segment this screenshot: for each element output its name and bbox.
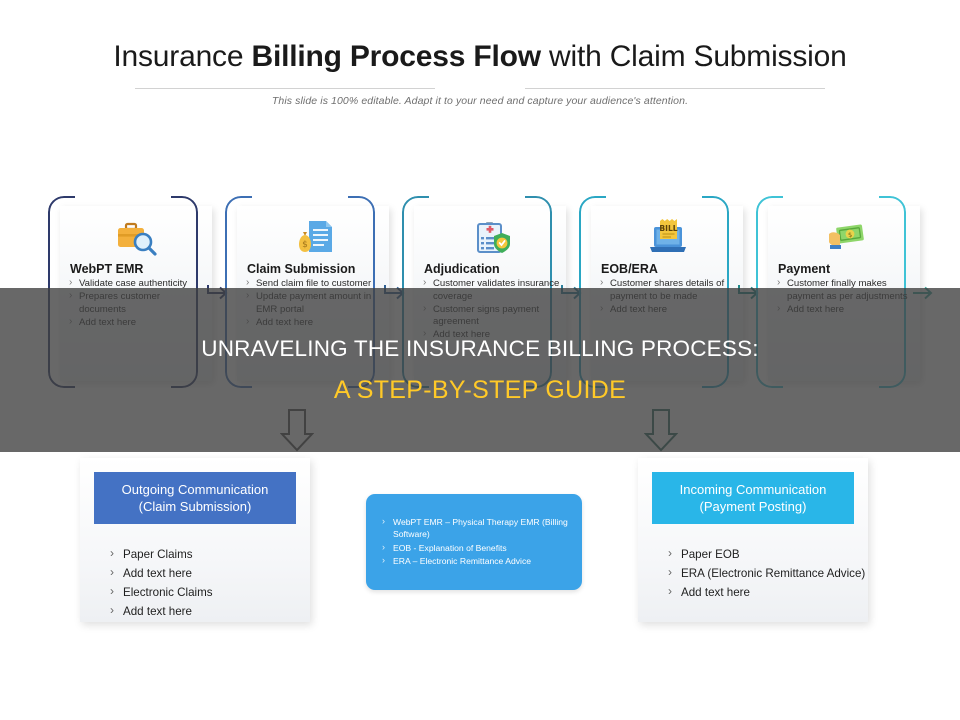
divider-right xyxy=(525,88,825,89)
outgoing-heading-line2: (Claim Submission) xyxy=(138,499,252,514)
incoming-heading-line2: (Payment Posting) xyxy=(699,499,807,514)
title-divider xyxy=(0,88,960,89)
list-item: Paper Claims xyxy=(110,545,310,563)
legend-list: WebPT EMR – Physical Therapy EMR (Billin… xyxy=(382,515,568,568)
title-prefix: Insurance xyxy=(113,40,252,73)
list-item: Paper EOB xyxy=(668,545,868,563)
hand-cash-icon: $ xyxy=(776,214,914,260)
divider-left xyxy=(135,88,435,89)
svg-text:$: $ xyxy=(302,240,308,250)
briefcase-search-icon xyxy=(68,214,206,260)
legend-box[interactable]: WebPT EMR – Physical Therapy EMR (Billin… xyxy=(366,494,582,590)
list-item: Add text here xyxy=(110,564,310,582)
incoming-heading-line1: Incoming Communication xyxy=(679,482,827,497)
laptop-bill-icon: BILL xyxy=(599,214,737,260)
incoming-panel-list: Paper EOB ERA (Electronic Remittance Adv… xyxy=(668,545,868,601)
title-emphasis: Billing Process Flow xyxy=(251,40,541,73)
title-suffix: with Claim Submission xyxy=(540,40,847,73)
overlay-headline: UNRAVELING THE INSURANCE BILLING PROCESS… xyxy=(201,335,759,361)
incoming-panel-heading: Incoming Communication (Payment Posting) xyxy=(652,472,854,524)
overlay-subheadline: A STEP-BY-STEP GUIDE xyxy=(333,375,627,404)
step-title: EOB/ERA xyxy=(601,262,658,276)
document-moneybag-icon: $ xyxy=(245,214,383,260)
slide-canvas: Insurance Billing Process Flow with Clai… xyxy=(0,0,960,720)
list-item: ERA – Electronic Remittance Advice xyxy=(382,554,568,567)
step-title: Claim Submission xyxy=(247,262,356,276)
outgoing-communication-panel[interactable]: Outgoing Communication (Claim Submission… xyxy=(80,458,310,622)
list-item: Electronic Claims xyxy=(110,583,310,601)
step-title: WebPT EMR xyxy=(70,262,144,276)
list-item: ERA (Electronic Remittance Advice) xyxy=(668,564,868,582)
step-title: Payment xyxy=(778,262,831,276)
svg-text:BILL: BILL xyxy=(659,224,677,233)
overlay-banner: UNRAVELING THE INSURANCE BILLING PROCESS… xyxy=(0,288,960,452)
list-item: Add text here xyxy=(110,602,310,620)
medical-clipboard-shield-icon xyxy=(422,214,560,260)
step-title: Adjudication xyxy=(424,262,500,276)
page-title: Insurance Billing Process Flow with Clai… xyxy=(0,40,960,74)
outgoing-heading-line1: Outgoing Communication xyxy=(121,482,269,497)
outgoing-panel-list: Paper Claims Add text here Electronic Cl… xyxy=(110,545,310,620)
list-item: EOB - Explanation of Benefits xyxy=(382,541,568,554)
list-item: Add text here xyxy=(668,583,868,601)
subtitle: This slide is 100% editable. Adapt it to… xyxy=(271,95,689,107)
outgoing-panel-heading: Outgoing Communication (Claim Submission… xyxy=(94,472,296,524)
list-item: WebPT EMR – Physical Therapy EMR (Billin… xyxy=(382,515,568,541)
incoming-communication-panel[interactable]: Incoming Communication (Payment Posting)… xyxy=(638,458,868,622)
